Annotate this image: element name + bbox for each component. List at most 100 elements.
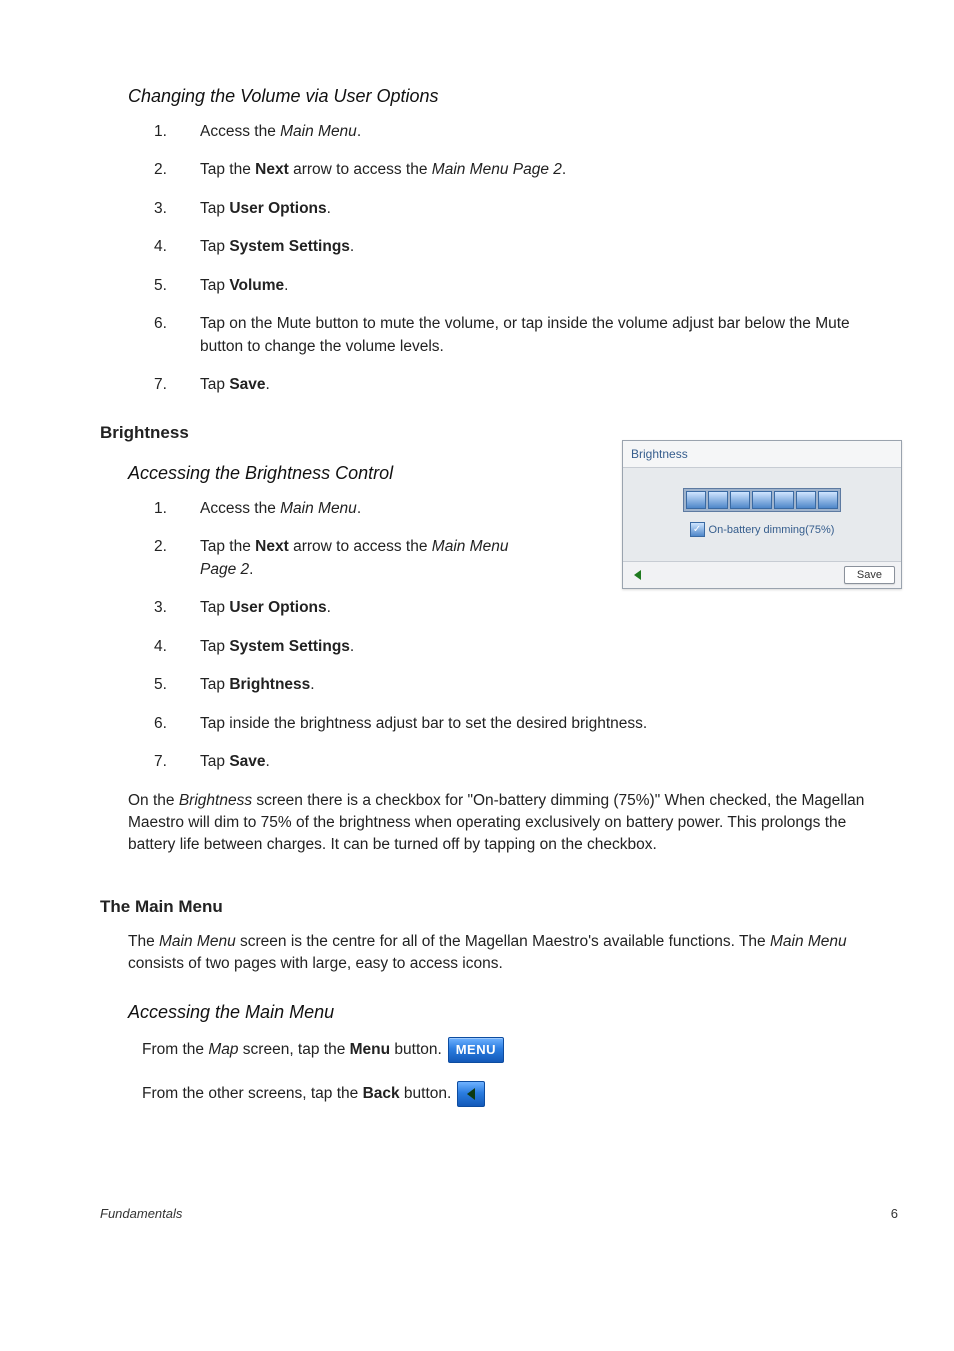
text: On the [128,792,179,809]
screenshot-footer: Save [623,561,901,588]
ui-term: Save [229,753,265,770]
brightness-segment [708,491,728,509]
brightness-note: On the Brightness screen there is a chec… [128,790,874,857]
ui-term: System Settings [229,238,350,255]
ui-term: User Options [229,599,326,616]
step-text: Tap [200,676,229,693]
step-text: . [327,200,331,217]
step-text: . [350,638,354,655]
step-text: Tap the [200,161,255,178]
term: Main Menu [770,933,847,950]
step-text: . [266,753,270,770]
checkbox-checked-icon: ✓ [690,522,705,537]
brightness-segment [686,491,706,509]
step-text: Tap [200,376,229,393]
ui-term: Back [363,1085,400,1102]
step-text: . [266,376,270,393]
term: Main Menu Page 2 [432,161,562,178]
term: Main Menu [280,123,357,140]
step-item: Tap Brightness. [154,674,530,696]
t: From the [142,1041,208,1058]
step-text: . [357,500,361,517]
t: button. [400,1085,452,1102]
heading-main-menu: The Main Menu [100,897,898,917]
step-item: Access the Main Menu. [154,498,530,520]
text: From the Map screen, tap the Menu button… [142,1038,442,1061]
step-text: Tap on the Mute button to mute the volum… [200,315,850,354]
step-item: Access the Main Menu. [154,121,880,143]
screenshot-body: ✓ On-battery dimming(75%) [623,468,901,561]
steps-volume: Access the Main Menu. Tap the Next arrow… [154,121,898,397]
step-text: . [357,123,361,140]
t: From the other screens, tap the [142,1085,363,1102]
step-item: Tap User Options. [154,198,880,220]
ui-term: System Settings [229,638,350,655]
step-item: Tap the Next arrow to access the Main Me… [154,159,880,181]
ui-term: Brightness [229,676,310,693]
step-item: Tap Save. [154,751,880,773]
footer-page-number: 6 [891,1206,898,1221]
brightness-segment [752,491,772,509]
brightness-segment [774,491,794,509]
heading-accessing-main-menu: Accessing the Main Menu [128,1002,898,1023]
footer-section: Fundamentals [100,1206,182,1221]
brightness-bar [683,488,841,512]
back-arrow-icon [629,567,647,583]
page-footer: Fundamentals 6 [100,1206,898,1221]
dimming-checkbox-row: ✓ On-battery dimming(75%) [690,522,835,537]
step-text: arrow to access the [289,161,432,178]
heading-volume-user-options: Changing the Volume via User Options [128,86,898,107]
step-text: Tap [200,238,229,255]
step-text: Tap the [200,538,255,555]
t: button. [390,1041,442,1058]
step-text: Tap [200,200,229,217]
ui-term: Volume [229,277,284,294]
step-text: . [562,161,566,178]
t: screen, tap the [238,1041,349,1058]
brightness-segment [796,491,816,509]
text: From the other screens, tap the Back but… [142,1082,451,1105]
step-text: . [249,561,253,578]
step-text: Access the [200,123,280,140]
step-text: . [350,238,354,255]
step-item: Tap System Settings. [154,636,530,658]
term: Main Menu [280,500,357,517]
step-item: Tap System Settings. [154,236,880,258]
step-item: Tap the Next arrow to access the Main Me… [154,536,530,581]
step-item: Tap on the Mute button to mute the volum… [154,313,880,358]
step-text: . [310,676,314,693]
back-button-icon [457,1081,485,1107]
brightness-segment [730,491,750,509]
document-page: Changing the Volume via User Options Acc… [0,0,954,1351]
ui-term: User Options [229,200,326,217]
step-item: Tap User Options. [154,597,530,619]
main-menu-para: The Main Menu screen is the centre for a… [128,931,874,976]
step-text: Tap inside the brightness adjust bar to … [200,715,647,732]
text: consists of two pages with large, easy t… [128,955,503,972]
checkbox-label: On-battery dimming(75%) [709,524,835,536]
ui-term: Save [229,376,265,393]
menu-button-icon: MENU [448,1037,504,1063]
step-text: Tap [200,753,229,770]
step-text: arrow to access the [289,538,432,555]
step-text: . [284,277,288,294]
ui-term: Next [255,161,289,178]
step-item: Tap Save. [154,374,880,396]
term: Main Menu [159,933,236,950]
step-text: Tap [200,638,229,655]
screenshot-title: Brightness [623,441,901,468]
row-map-menu: From the Map screen, tap the Menu button… [142,1037,898,1063]
step-text: . [327,599,331,616]
step-item: Tap inside the brightness adjust bar to … [154,713,880,735]
step-text: Tap [200,599,229,616]
ui-term: Menu [350,1041,390,1058]
save-button: Save [844,566,895,584]
step-text: Tap [200,277,229,294]
term: Map [208,1041,238,1058]
term: Brightness [179,792,252,809]
ui-term: Next [255,538,289,555]
step-text: Access the [200,500,280,517]
step-item: Tap Volume. [154,275,880,297]
brightness-segment [818,491,838,509]
text: The [128,933,159,950]
